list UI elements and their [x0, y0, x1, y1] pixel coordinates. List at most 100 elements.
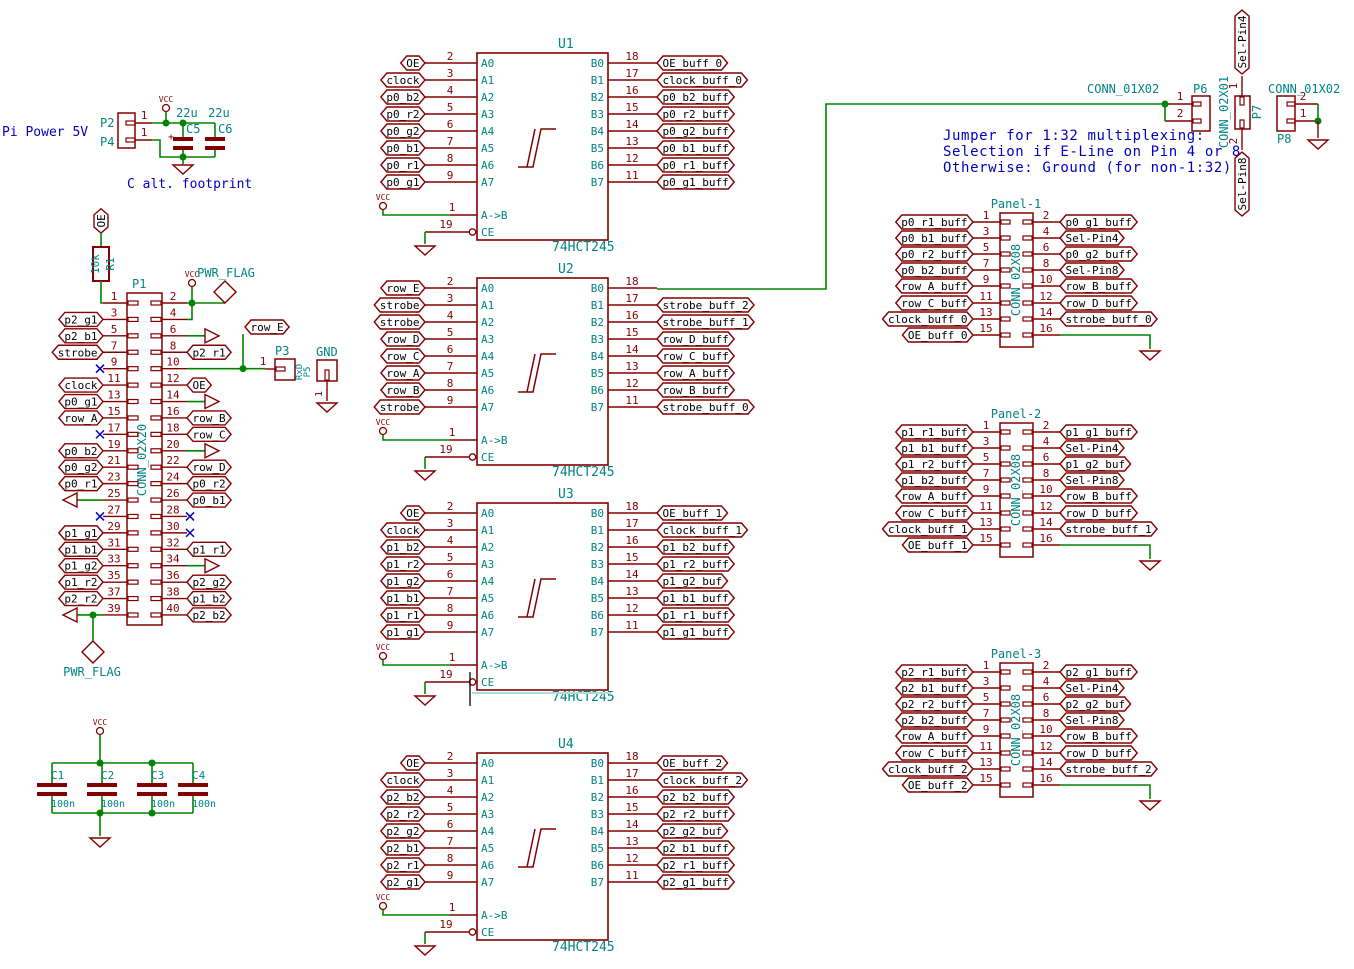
net-label[interactable]: p2_r2_buff	[657, 807, 734, 821]
net-label[interactable]: p1_b1	[59, 542, 103, 556]
net-label[interactable]: p0_r2_buff	[657, 107, 734, 121]
net-label[interactable]: p2_r1	[381, 858, 425, 872]
net-label[interactable]: clock	[381, 523, 425, 537]
connector-p6[interactable]: CONN_01X02P612	[1087, 82, 1210, 131]
net-label[interactable]: OE	[94, 209, 108, 233]
gnd-symbol[interactable]	[1140, 351, 1160, 360]
net-label[interactable]: p1_r2	[59, 575, 103, 589]
connector-panel-1[interactable]: Panel-1CONN_02X081p0_r1_buff3p0_b1_buff5…	[883, 197, 1160, 360]
net-label[interactable]: strobe	[52, 345, 103, 359]
net-label[interactable]: p1_b2	[187, 592, 231, 606]
net-label[interactable]: p1_g1	[59, 526, 103, 540]
net-label[interactable]: p2_b2_buff	[896, 713, 973, 727]
net-label[interactable]: row_E	[381, 281, 425, 295]
wire[interactable]	[383, 210, 450, 215]
vcc-symbol[interactable]: VCC	[93, 718, 108, 735]
gnd-symbol[interactable]	[1140, 801, 1160, 810]
net-label[interactable]: p2_r2	[381, 807, 425, 821]
chip-u2[interactable]: U274HCT245row_E2A0strobe3A1strobe4A2row_…	[374, 262, 754, 480]
net-label[interactable]: p1_g1	[381, 625, 425, 639]
net-label[interactable]: row_C_buff	[896, 296, 973, 310]
net-label[interactable]: p2_b1_buff	[896, 681, 973, 695]
net-label[interactable]: p1_r2	[381, 557, 425, 571]
net-label[interactable]: OE_buff_2	[657, 756, 728, 770]
pwr-flag[interactable]: PWR_FLAG	[197, 266, 255, 303]
net-label[interactable]: row_D_buff	[1060, 296, 1137, 310]
gnd-symbol[interactable]	[317, 403, 337, 412]
net-label[interactable]: p0_b1	[381, 141, 425, 155]
wire[interactable]	[101, 281, 103, 303]
net-label[interactable]: Sel-Pin8	[1235, 152, 1249, 216]
net-label[interactable]: strobe_buff_0	[1060, 312, 1157, 326]
net-label[interactable]: Sel-Pin8	[1060, 473, 1124, 487]
net-label[interactable]: Sel-Pin8	[1235, 152, 1249, 216]
net-label[interactable]: p2_b2_buff	[657, 790, 734, 804]
net-label[interactable]: row_B	[381, 383, 425, 397]
gnd-symbol[interactable]	[173, 165, 193, 174]
net-label[interactable]: p0_r2	[187, 477, 231, 491]
connector-panel-3[interactable]: Panel-3CONN_02X081p2_r1_buff3p2_b1_buff5…	[883, 647, 1160, 810]
net-label[interactable]: p0_r2	[381, 107, 425, 121]
net-label[interactable]: p1_b2_buff	[896, 473, 973, 487]
net-label[interactable]: OE	[401, 56, 425, 70]
gnd-arrow-icon[interactable]	[205, 395, 219, 409]
net-label[interactable]: p2_r2_buff	[896, 697, 973, 711]
net-label[interactable]: row_E	[245, 320, 289, 334]
net-label[interactable]: row_D_buff	[1060, 506, 1137, 520]
vcc-symbol[interactable]: VCC	[376, 418, 391, 435]
net-label[interactable]: p1_r1_buff	[896, 425, 973, 439]
net-label[interactable]: row_D_buff	[657, 332, 734, 346]
net-label[interactable]: p0_b2	[59, 444, 103, 458]
gnd-arrow-icon[interactable]	[205, 559, 219, 573]
net-label[interactable]: clock	[59, 378, 103, 392]
gnd-symbol[interactable]	[1140, 561, 1160, 570]
wire[interactable]	[1060, 335, 1150, 349]
net-label[interactable]: p2_r2	[59, 592, 103, 606]
gnd-symbol[interactable]	[1308, 140, 1328, 149]
gnd-arrow-icon[interactable]	[63, 608, 77, 622]
net-label[interactable]: p2_g2_buf	[1060, 697, 1131, 711]
net-label[interactable]: p2_g1	[381, 875, 425, 889]
net-label[interactable]: row_C_buff	[657, 349, 734, 363]
net-label[interactable]: clock_buff_0	[657, 73, 747, 87]
net-label[interactable]: p0_b1_buff	[896, 231, 973, 245]
wire[interactable]	[383, 660, 450, 665]
net-label[interactable]: p0_b1_buff	[657, 141, 734, 155]
net-label[interactable]: p2_g1	[59, 312, 103, 326]
net-label[interactable]: OE	[401, 756, 425, 770]
net-label[interactable]: p1_g1_buff	[1060, 425, 1137, 439]
net-label[interactable]: p2_b1	[59, 329, 103, 343]
wire[interactable]	[187, 303, 192, 319]
net-label[interactable]: p1_b2_buff	[657, 540, 734, 554]
net-label[interactable]: OE_buff_2	[902, 778, 973, 792]
net-label[interactable]: row_B_buff	[1060, 279, 1137, 293]
net-label[interactable]: p1_b2	[381, 540, 425, 554]
net-label[interactable]: row_B_buff	[657, 383, 734, 397]
capacitor-c2[interactable]: C2100n	[87, 763, 125, 813]
net-label[interactable]: OE_buff_0	[657, 56, 728, 70]
net-label[interactable]: p0_g1_buff	[1060, 215, 1137, 229]
net-label[interactable]: Sel-Pin4	[1060, 681, 1124, 695]
net-label[interactable]: p0_g2	[59, 460, 103, 474]
gnd-arrow-icon[interactable]	[205, 444, 219, 458]
net-label[interactable]: OE_buff_0	[902, 328, 973, 342]
net-label[interactable]: p0_b2_buff	[657, 90, 734, 104]
wire[interactable]	[383, 435, 450, 440]
net-label[interactable]: p2_r1_buff	[657, 858, 734, 872]
net-label[interactable]: clock	[381, 73, 425, 87]
net-label[interactable]: p2_r1_buff	[896, 665, 973, 679]
net-label[interactable]: p1_r2_buff	[657, 557, 734, 571]
gnd-symbol[interactable]	[90, 838, 110, 847]
connector-body[interactable]	[1277, 96, 1295, 131]
net-label[interactable]: p1_r1	[187, 542, 231, 556]
net-label[interactable]: clock	[381, 773, 425, 787]
vcc-symbol[interactable]: VCC	[376, 893, 391, 910]
net-label[interactable]: p0_r2_buff	[896, 247, 973, 261]
net-label[interactable]: strobe	[374, 298, 425, 312]
net-label[interactable]: Sel-Pin4	[1235, 10, 1249, 74]
net-label[interactable]: p2_b2	[187, 608, 231, 622]
capacitor-c5[interactable]: +C522u	[168, 106, 200, 150]
capacitor-c6[interactable]: C622u	[205, 106, 232, 150]
chip-u4[interactable]: U474HCT245OE2A0clock3A1p2_b24A2p2_r25A3p…	[376, 737, 748, 955]
capacitor-c1[interactable]: C1100n	[37, 763, 75, 813]
